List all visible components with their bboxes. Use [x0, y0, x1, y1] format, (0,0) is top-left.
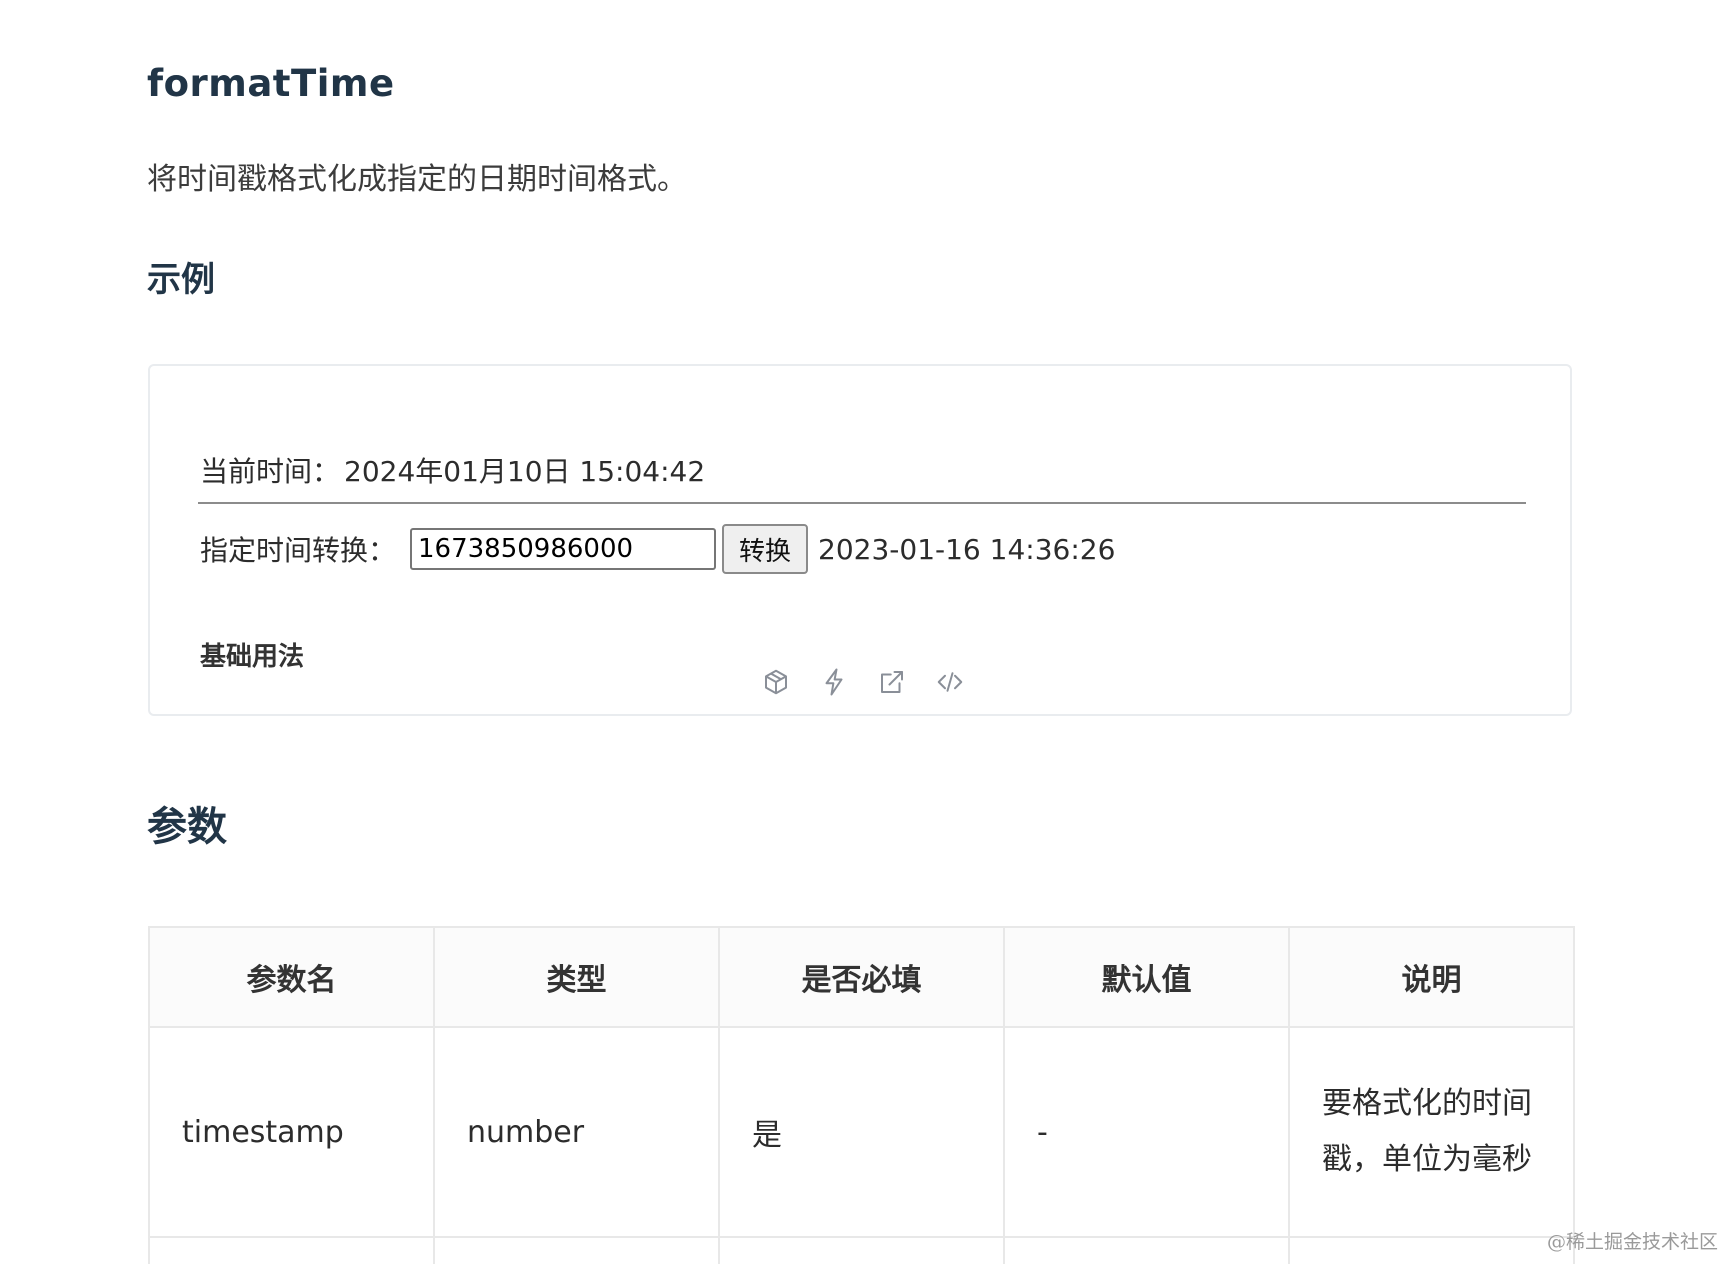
table-cell — [718, 1236, 1005, 1264]
doc-page: formatTime 将时间戳格式化成指定的日期时间格式。 示例 当前时间： 20… — [0, 0, 1724, 1264]
column-header: 类型 — [433, 926, 720, 1028]
demo-divider — [198, 502, 1526, 504]
table-cell — [1003, 1236, 1290, 1264]
page-title: formatTime — [147, 62, 395, 105]
convert-button[interactable]: 转换 — [722, 524, 809, 574]
table-header-row: 参数名 类型 是否必填 默认值 说明 — [148, 926, 1575, 1028]
table-row — [148, 1236, 1575, 1264]
convert-row: 指定时间转换： 转换 2023-01-16 14:36:26 — [200, 524, 1116, 574]
column-header: 默认值 — [1003, 926, 1290, 1028]
current-time-label: 当前时间： — [200, 455, 341, 488]
cube-icon[interactable] — [760, 666, 792, 698]
convert-result: 2023-01-16 14:36:26 — [818, 532, 1116, 566]
current-time-value: 2024年01月10日 15:04:42 — [344, 455, 706, 488]
demo-title: 基础用法 — [200, 642, 305, 672]
timestamp-input[interactable] — [410, 528, 717, 570]
table-cell: - — [1003, 1026, 1290, 1238]
table-cell: 是 — [718, 1026, 1005, 1238]
table-cell — [1288, 1236, 1575, 1264]
convert-label: 指定时间转换： — [200, 534, 397, 567]
table-row: timestamp number 是 - 要格式化的时间戳，单位为毫秒 — [148, 1026, 1575, 1238]
table-cell: number — [433, 1026, 720, 1238]
example-heading: 示例 — [147, 260, 215, 300]
params-heading: 参数 — [147, 804, 227, 850]
external-link-icon[interactable] — [876, 666, 908, 698]
demo-actions — [760, 666, 966, 698]
current-time-line: 当前时间： 2024年01月10日 15:04:42 — [200, 450, 705, 490]
table-cell: 要格式化的时间戳，单位为毫秒 — [1288, 1026, 1575, 1238]
lightning-icon[interactable] — [818, 666, 850, 698]
code-icon[interactable] — [934, 666, 966, 698]
table-cell — [433, 1236, 720, 1264]
column-header: 是否必填 — [718, 926, 1005, 1028]
params-table: 参数名 类型 是否必填 默认值 说明 timestamp number 是 - … — [148, 926, 1575, 1264]
table-cell — [148, 1236, 435, 1264]
column-header: 说明 — [1288, 926, 1575, 1028]
table-cell: timestamp — [148, 1026, 435, 1238]
watermark: @稀土掘金技术社区 — [1546, 1231, 1718, 1253]
demo-card: 当前时间：2024年01月10日 15:04:42 指定时间转换： 转换 202… — [148, 364, 1572, 716]
page-description: 将时间戳格式化成指定的日期时间格式。 — [147, 162, 687, 197]
column-header: 参数名 — [148, 926, 435, 1028]
